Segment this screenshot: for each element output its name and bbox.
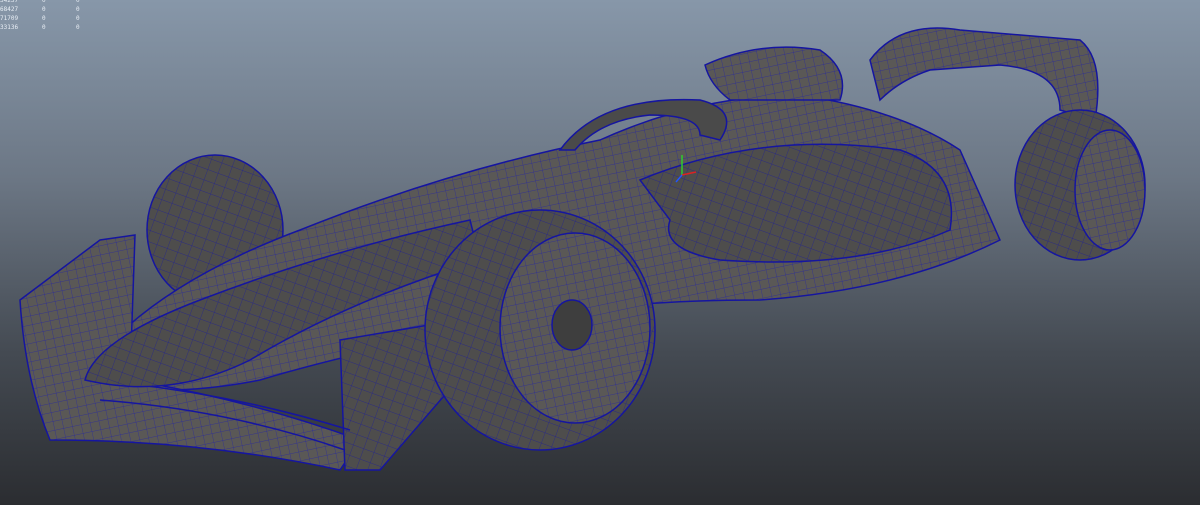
f1-car-mesh[interactable] [19,27,1146,471]
airbox [704,46,844,101]
viewport-3d[interactable] [0,0,1200,505]
rear-wing [869,27,1099,121]
